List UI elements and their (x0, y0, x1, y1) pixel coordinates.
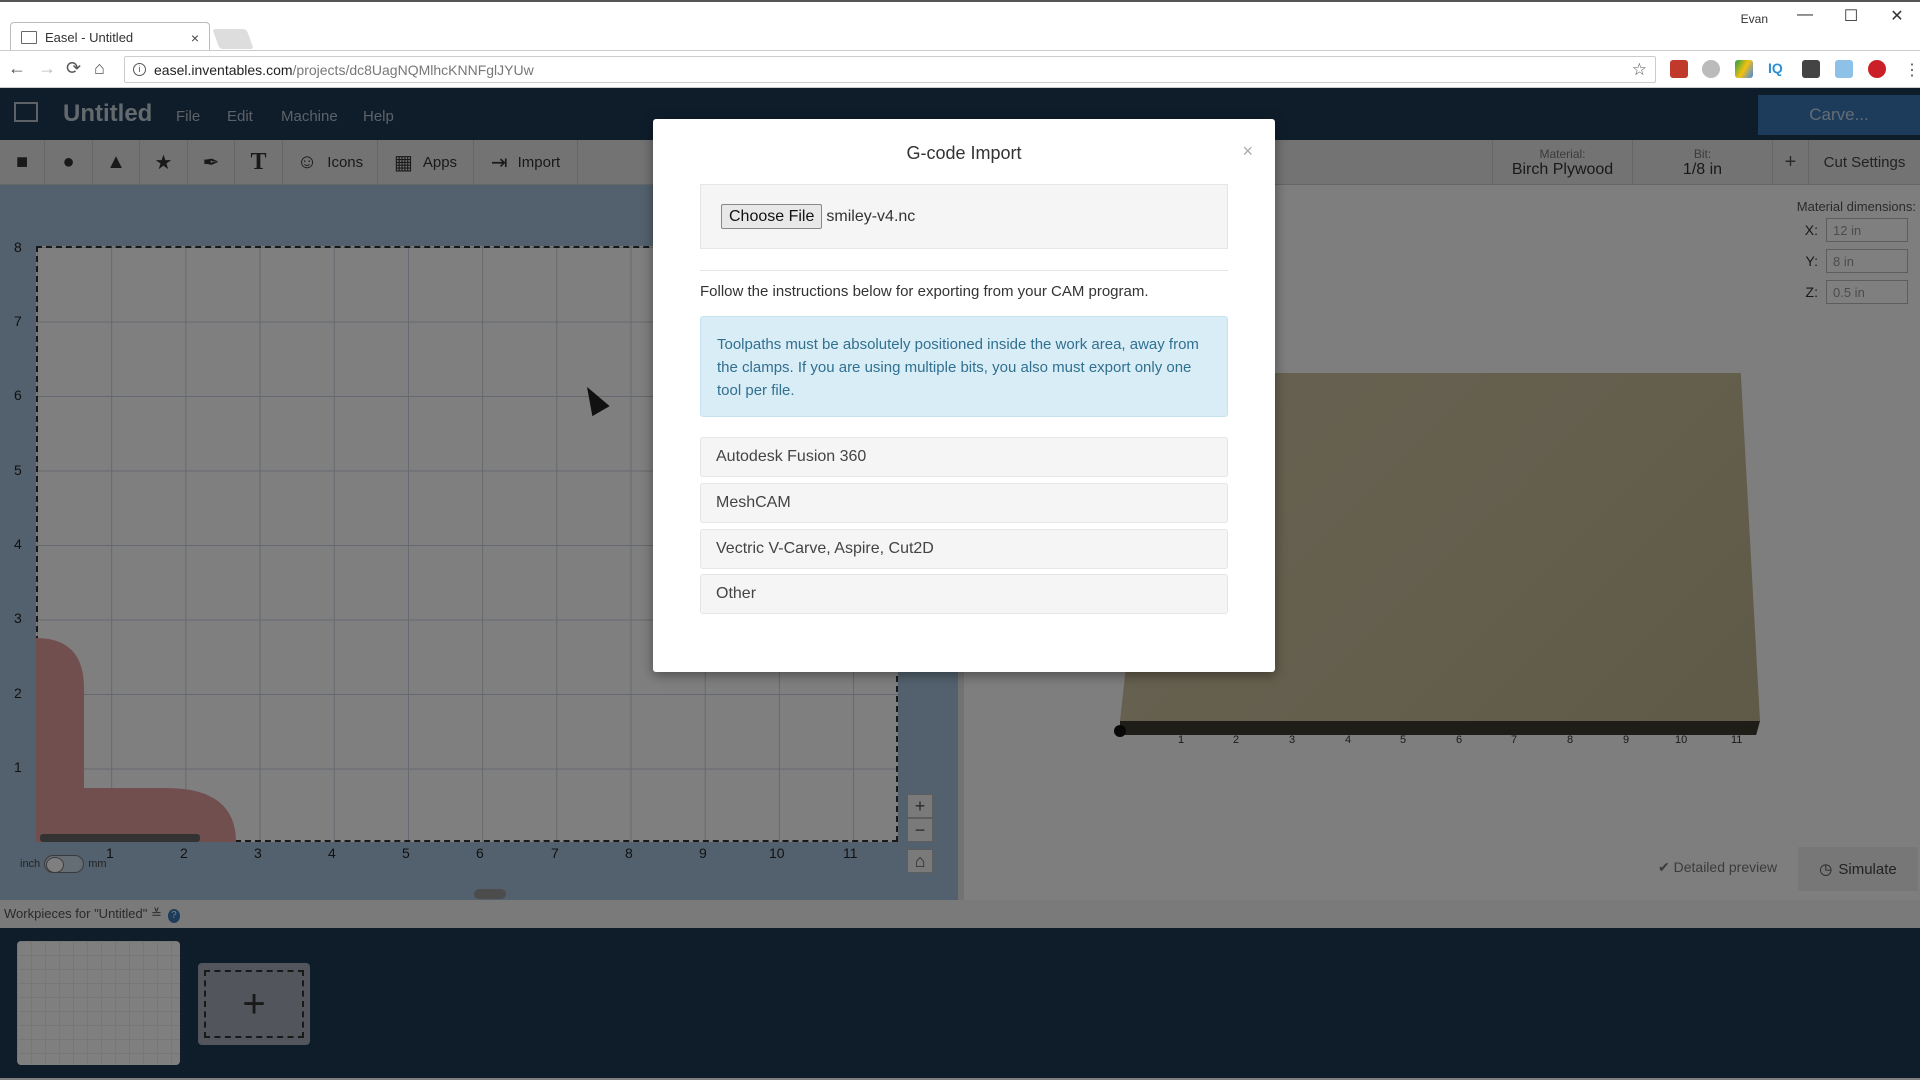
new-tab-button[interactable] (212, 29, 254, 49)
info-alert: Toolpaths must be absolutely positioned … (700, 316, 1228, 417)
home-icon[interactable]: ⌂ (94, 58, 105, 79)
gcode-import-modal: G-code Import × Choose File smiley-v4.nc… (653, 119, 1275, 672)
cam-option-other[interactable]: Other (700, 574, 1228, 614)
cam-option-vectric[interactable]: Vectric V-Carve, Aspire, Cut2D (700, 529, 1228, 569)
tab-title: Easel - Untitled (45, 30, 134, 45)
modal-close-icon[interactable]: × (1242, 141, 1253, 162)
site-info-icon[interactable]: i (133, 63, 146, 76)
lightbulb-icon[interactable] (1802, 60, 1820, 78)
tab-close-icon[interactable]: × (191, 30, 199, 46)
bookmark-star-icon[interactable]: ☆ (1632, 60, 1647, 80)
browser-tab[interactable]: Easel - Untitled × (10, 22, 210, 52)
mail-icon[interactable] (1835, 60, 1853, 78)
drive-grey-icon[interactable] (1702, 60, 1720, 78)
address-bar-row: ← → ⟳ ⌂ i easel.inventables.com/projects… (0, 50, 1920, 88)
google-drive-icon[interactable] (1735, 60, 1753, 78)
divider (700, 270, 1228, 271)
choose-file-button[interactable]: Choose File (721, 204, 823, 229)
selected-file-name: smiley-v4.nc (826, 207, 916, 225)
maximize-icon[interactable]: ☐ (1828, 6, 1874, 26)
url-input[interactable]: i easel.inventables.com/projects/dc8UagN… (124, 56, 1656, 83)
minimize-icon[interactable]: — (1782, 6, 1828, 24)
pinterest-icon[interactable] (1868, 60, 1886, 78)
iq-icon[interactable]: IQ (1768, 60, 1786, 78)
ublock-icon[interactable] (1670, 60, 1688, 78)
file-picker: Choose File smiley-v4.nc (700, 184, 1228, 249)
chrome-menu-icon[interactable]: ⋮ (1904, 60, 1920, 79)
easel-favicon-icon (21, 31, 37, 44)
instructions-text: Follow the instructions below for export… (700, 283, 1149, 300)
reload-icon[interactable]: ⟳ (66, 58, 81, 79)
profile-name[interactable]: Evan (1741, 12, 1768, 26)
url-path: /projects/dc8UagNQMlhcKNNFglJYUw (292, 61, 534, 78)
cam-option-fusion360[interactable]: Autodesk Fusion 360 (700, 437, 1228, 477)
browser-tab-bar: Easel - Untitled × Evan — ☐ ✕ (0, 0, 1920, 52)
modal-title: G-code Import (906, 143, 1022, 163)
cam-option-meshcam[interactable]: MeshCAM (700, 483, 1228, 523)
url-host: easel.inventables.com (154, 61, 293, 78)
window-close-icon[interactable]: ✕ (1874, 6, 1920, 26)
forward-icon[interactable]: → (38, 58, 56, 79)
back-icon[interactable]: ← (8, 58, 26, 79)
